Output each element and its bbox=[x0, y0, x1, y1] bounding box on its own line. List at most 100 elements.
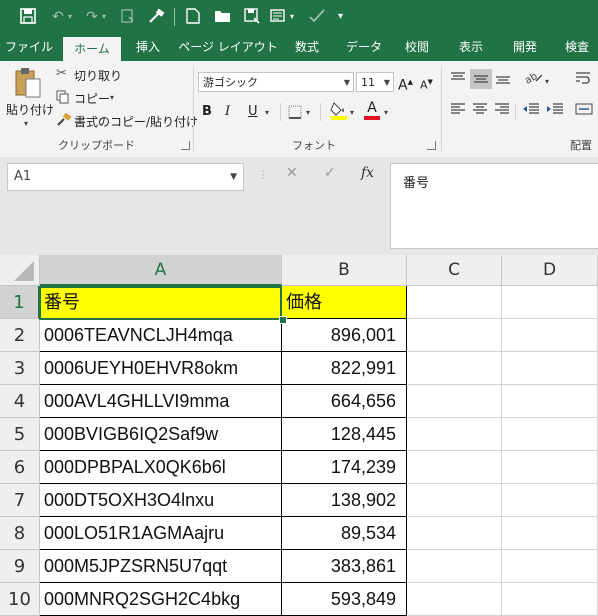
cell-id[interactable]: 000DT5OXH3O4lnxu bbox=[40, 484, 282, 517]
tab-file[interactable]: ファイル bbox=[0, 34, 58, 61]
empty-cell[interactable] bbox=[502, 517, 598, 550]
clipboard-dialog-launcher-icon[interactable] bbox=[181, 141, 190, 150]
cell-price[interactable]: 822,991 bbox=[282, 352, 407, 385]
cell-price[interactable]: 896,001 bbox=[282, 319, 407, 352]
undo-dropdown-icon[interactable]: ▾ bbox=[68, 8, 72, 26]
align-center-icon[interactable] bbox=[472, 102, 488, 123]
column-header-d[interactable]: D bbox=[502, 255, 598, 286]
empty-cell[interactable] bbox=[407, 352, 502, 385]
row-header[interactable]: 10 bbox=[0, 583, 40, 616]
borders-icon[interactable] bbox=[288, 102, 302, 126]
tab-view[interactable]: 表示 bbox=[448, 34, 494, 61]
font-size-select[interactable]: 11 ▼ bbox=[356, 72, 394, 92]
empty-cell[interactable] bbox=[502, 451, 598, 484]
row-header[interactable]: 9 bbox=[0, 550, 40, 583]
empty-cell[interactable] bbox=[407, 286, 502, 319]
column-header-c[interactable]: C bbox=[407, 255, 502, 286]
tab-insert[interactable]: 挿入 bbox=[125, 34, 171, 61]
merge-center-icon[interactable] bbox=[575, 102, 593, 123]
tab-home[interactable]: ホーム bbox=[63, 37, 121, 61]
row-header[interactable]: 1 bbox=[0, 286, 40, 319]
tab-formulas[interactable]: 数式 bbox=[284, 34, 330, 61]
row-header[interactable]: 4 bbox=[0, 385, 40, 418]
align-right-icon[interactable] bbox=[494, 102, 510, 123]
more-options-icon[interactable]: ⋮ bbox=[258, 170, 268, 181]
cell-id[interactable]: 000M5JPZSRN5U7qqt bbox=[40, 550, 282, 583]
save-icon[interactable] bbox=[20, 8, 36, 26]
align-bottom-icon[interactable] bbox=[495, 71, 511, 92]
tab-data[interactable]: データ bbox=[338, 34, 390, 61]
format-painter-qat-icon[interactable] bbox=[148, 8, 166, 26]
enter-icon[interactable]: ✓ bbox=[324, 165, 336, 181]
open-folder-icon[interactable] bbox=[214, 8, 232, 26]
italic-button[interactable]: I bbox=[225, 102, 230, 122]
header-cell-price[interactable]: 価格 bbox=[282, 286, 407, 319]
copy-dropdown-icon[interactable]: ▾ bbox=[110, 93, 114, 102]
empty-cell[interactable] bbox=[502, 385, 598, 418]
font-color-icon[interactable]: A bbox=[364, 100, 380, 120]
header-cell-id[interactable]: 番号 bbox=[40, 286, 282, 319]
empty-cell[interactable] bbox=[407, 517, 502, 550]
cell-id[interactable]: 000AVL4GHLLVI9mma bbox=[40, 385, 282, 418]
tab-page-layout[interactable]: ページ レイアウト bbox=[178, 34, 278, 61]
cell-id[interactable]: 0006UEYH0EHVR8okm bbox=[40, 352, 282, 385]
fill-handle[interactable] bbox=[279, 316, 287, 324]
fill-color-icon[interactable] bbox=[330, 100, 348, 127]
tab-developer[interactable]: 開発 bbox=[502, 34, 548, 61]
orientation-dropdown-icon[interactable]: ▾ bbox=[545, 72, 549, 92]
fill-color-dropdown-icon[interactable]: ▾ bbox=[350, 103, 354, 123]
row-header[interactable]: 8 bbox=[0, 517, 40, 550]
grow-font-icon[interactable]: A▲ bbox=[398, 72, 413, 96]
select-all-corner[interactable] bbox=[0, 255, 40, 286]
new-file-icon[interactable] bbox=[186, 8, 200, 26]
row-header[interactable]: 5 bbox=[0, 418, 40, 451]
borders-dropdown-icon[interactable]: ▾ bbox=[306, 103, 310, 123]
empty-cell[interactable] bbox=[407, 550, 502, 583]
cell-id[interactable]: 000DPBPALX0QK6b6l bbox=[40, 451, 282, 484]
column-header-b[interactable]: B bbox=[282, 255, 407, 286]
row-header[interactable]: 3 bbox=[0, 352, 40, 385]
redo-icon[interactable]: ↷ bbox=[86, 8, 98, 26]
cell-id[interactable]: 000LO51R1AGMAajru bbox=[40, 517, 282, 550]
empty-cell[interactable] bbox=[407, 418, 502, 451]
name-box[interactable]: A1 ▼ bbox=[7, 163, 244, 191]
tab-review[interactable]: 校閲 bbox=[394, 34, 440, 61]
decrease-indent-icon[interactable] bbox=[522, 102, 540, 123]
undo-icon[interactable]: ↶ bbox=[52, 8, 64, 26]
shrink-font-icon[interactable]: A▼ bbox=[420, 72, 433, 96]
cell-id[interactable]: 000MNRQ2SGH2C4bkg bbox=[40, 583, 282, 616]
increase-indent-icon[interactable] bbox=[546, 102, 564, 123]
empty-cell[interactable] bbox=[502, 352, 598, 385]
tab-inspect[interactable]: 検査 bbox=[554, 34, 598, 61]
paste-button[interactable]: 貼り付け ▾ bbox=[6, 67, 54, 135]
empty-cell[interactable] bbox=[407, 385, 502, 418]
customize-qat-icon[interactable]: ▾ bbox=[338, 8, 343, 26]
underline-button[interactable]: U bbox=[248, 102, 258, 122]
repeat-icon[interactable] bbox=[120, 8, 136, 26]
redo-dropdown-icon[interactable]: ▾ bbox=[102, 8, 106, 26]
row-header[interactable]: 2 bbox=[0, 319, 40, 352]
wrap-text-icon[interactable] bbox=[575, 71, 591, 92]
cell-price[interactable]: 138,902 bbox=[282, 484, 407, 517]
cell-price[interactable]: 174,239 bbox=[282, 451, 407, 484]
insert-function-icon[interactable]: fx bbox=[361, 165, 374, 181]
formula-input[interactable]: 番号 bbox=[390, 163, 598, 249]
print-dropdown-icon[interactable]: ▾ bbox=[290, 8, 294, 26]
underline-dropdown-icon[interactable]: ▾ bbox=[265, 103, 269, 123]
empty-cell[interactable] bbox=[502, 550, 598, 583]
row-header[interactable]: 6 bbox=[0, 451, 40, 484]
cell-id[interactable]: 0006TEAVNCLJH4mqa bbox=[40, 319, 282, 352]
empty-cell[interactable] bbox=[502, 583, 598, 616]
align-middle-icon[interactable] bbox=[470, 69, 492, 89]
font-name-select[interactable]: 游ゴシック ▼ bbox=[198, 72, 354, 92]
empty-cell[interactable] bbox=[407, 451, 502, 484]
bold-button[interactable]: B bbox=[202, 102, 212, 122]
empty-cell[interactable] bbox=[407, 484, 502, 517]
empty-cell[interactable] bbox=[502, 484, 598, 517]
empty-cell[interactable] bbox=[502, 418, 598, 451]
cell-price[interactable]: 128,445 bbox=[282, 418, 407, 451]
paste-dropdown-icon[interactable]: ▾ bbox=[24, 119, 28, 128]
save-as-icon[interactable] bbox=[244, 8, 260, 26]
cell-price[interactable]: 664,656 bbox=[282, 385, 407, 418]
empty-cell[interactable] bbox=[502, 319, 598, 352]
